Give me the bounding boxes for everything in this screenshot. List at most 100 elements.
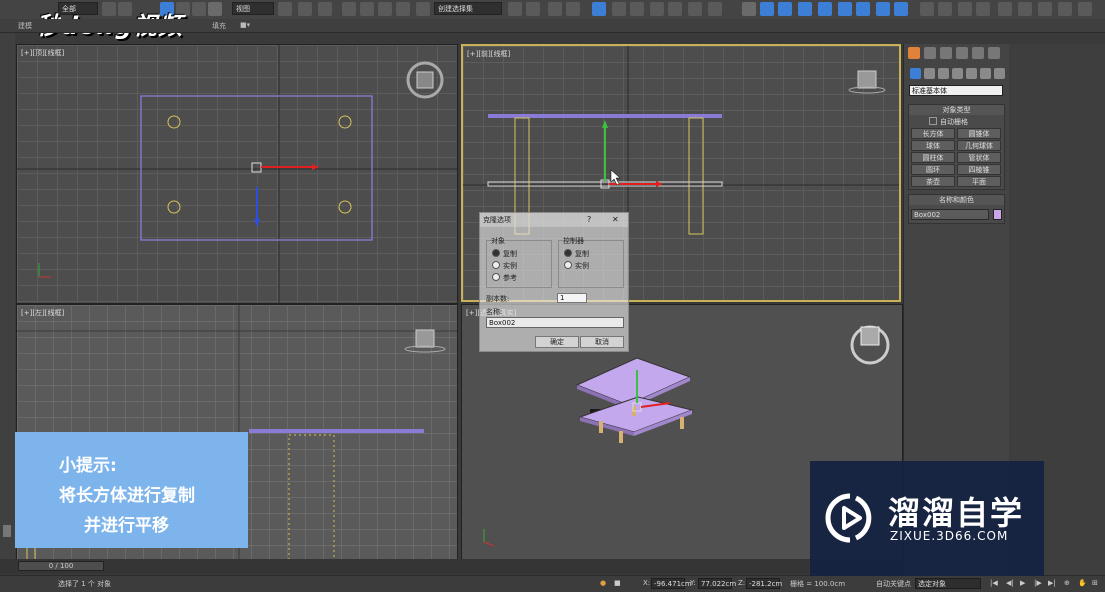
render-setup-icon[interactable] xyxy=(668,2,682,16)
create-tool-icon-4[interactable] xyxy=(818,2,832,16)
lights-icon[interactable] xyxy=(938,68,949,79)
create-tab-icon[interactable] xyxy=(908,47,920,59)
shapes-icon[interactable] xyxy=(924,68,935,79)
layer-explorer-icon[interactable] xyxy=(548,2,562,16)
select-manipulate-icon[interactable] xyxy=(298,2,312,16)
space-warps-icon[interactable] xyxy=(980,68,991,79)
reference-coordinate-dropdown[interactable]: 视图 xyxy=(232,2,274,15)
help-icon[interactable] xyxy=(1078,2,1092,16)
close-button[interactable]: ✕ xyxy=(612,215,619,224)
name-input[interactable]: Box002 xyxy=(486,317,624,328)
scene-explorer-icon[interactable] xyxy=(566,2,580,16)
help-button[interactable]: ? xyxy=(587,215,591,224)
curve-editor-icon[interactable] xyxy=(612,2,626,16)
cone-button[interactable]: 圆锥体 xyxy=(957,128,1001,139)
utilities-tab-icon[interactable] xyxy=(988,47,1000,59)
tube-button[interactable]: 管状体 xyxy=(957,152,1001,163)
box-button[interactable]: 长方体 xyxy=(911,128,955,139)
create-tool-icon-2[interactable] xyxy=(778,2,792,16)
light-tool-icon[interactable] xyxy=(998,2,1012,16)
systems-icon[interactable] xyxy=(994,68,1005,79)
sphere-button[interactable]: 球体 xyxy=(911,140,955,151)
ribbon-options-icon[interactable]: ■▾ xyxy=(240,21,250,29)
autogrid-checkbox[interactable]: 自动栅格 xyxy=(929,117,968,127)
object-color-swatch[interactable] xyxy=(993,209,1002,220)
percent-snap-icon[interactable] xyxy=(378,2,392,16)
object-type-title[interactable]: 对象类型 xyxy=(909,105,1004,115)
teapot-button[interactable]: 茶壶 xyxy=(911,176,955,187)
edit-named-selection-icon[interactable] xyxy=(416,2,430,16)
render-tool-icon[interactable] xyxy=(1018,2,1032,16)
motion-tab-icon[interactable] xyxy=(956,47,968,59)
pivot-center-icon[interactable] xyxy=(278,2,292,16)
material-editor-icon[interactable] xyxy=(650,2,664,16)
pyramid-button[interactable]: 四棱锥 xyxy=(957,164,1001,175)
keyboard-shortcut-icon[interactable] xyxy=(318,2,332,16)
auto-key-button[interactable]: 自动关键点 xyxy=(876,579,911,589)
create-tool-icon-5[interactable] xyxy=(838,2,852,16)
torus-button[interactable]: 圆环 xyxy=(911,164,955,175)
create-tool-icon-3[interactable] xyxy=(798,2,812,16)
angle-snap-icon[interactable] xyxy=(360,2,374,16)
toggle-ribbon-icon[interactable] xyxy=(592,2,606,16)
create-tool-icon-6[interactable] xyxy=(856,2,870,16)
geometry-icon[interactable] xyxy=(910,68,921,79)
time-slider[interactable]: 0 / 100 xyxy=(18,561,104,571)
radio-instance[interactable]: 实例 xyxy=(492,261,517,271)
lock-selection-icon[interactable]: ● xyxy=(600,579,606,587)
go-to-start-icon[interactable]: |◀ xyxy=(990,579,998,587)
cameras-icon[interactable] xyxy=(952,68,963,79)
select-scale-icon[interactable] xyxy=(192,2,206,16)
named-selection-dropdown[interactable]: 创建选择集 xyxy=(434,2,502,15)
isolate-icon[interactable]: ■ xyxy=(614,579,621,587)
hierarchy-tab-icon[interactable] xyxy=(940,47,952,59)
category-dropdown[interactable]: 标准基本体 xyxy=(909,85,1003,96)
play-icon[interactable]: ▶ xyxy=(1020,579,1025,587)
ribbon-tab-modeling[interactable]: 建模 xyxy=(18,21,32,31)
y-coord-field[interactable]: 77.022cm xyxy=(698,578,736,589)
rendered-frame-window-icon[interactable] xyxy=(688,2,702,16)
ok-button[interactable]: 确定 xyxy=(535,336,579,348)
xy-axis-constraint-icon[interactable] xyxy=(894,2,908,16)
radio-reference[interactable]: 参考 xyxy=(492,273,517,283)
cancel-button[interactable]: 取消 xyxy=(580,336,624,348)
next-frame-icon[interactable]: |▶ xyxy=(1034,579,1042,587)
object-name-input[interactable]: Box002 xyxy=(911,209,989,220)
name-color-title[interactable]: 名称和颜色 xyxy=(909,195,1004,205)
selected-object-dropdown[interactable]: 选定对象 xyxy=(915,578,981,589)
previous-frame-icon[interactable]: ◀| xyxy=(1006,579,1014,587)
environment-icon[interactable] xyxy=(1038,2,1052,16)
xform-tool-icon[interactable] xyxy=(742,2,756,16)
create-tool-icon-7[interactable] xyxy=(876,2,890,16)
render-production-icon[interactable] xyxy=(708,2,722,16)
select-place-icon[interactable] xyxy=(208,2,222,16)
go-to-end-icon[interactable]: ▶| xyxy=(1048,579,1056,587)
viewport-tool-icon-4[interactable] xyxy=(976,2,990,16)
pan-viewport-icon[interactable]: ✋ xyxy=(1078,579,1087,587)
radio-controller-instance[interactable]: 实例 xyxy=(564,261,589,271)
geosphere-button[interactable]: 几何球体 xyxy=(957,140,1001,151)
plane-button[interactable]: 平面 xyxy=(957,176,1001,187)
viewport-top[interactable]: [+][顶][线框] xyxy=(16,44,458,304)
align-icon[interactable] xyxy=(526,2,540,16)
schematic-view-icon[interactable] xyxy=(630,2,644,16)
radio-controller-copy[interactable]: 复制 xyxy=(564,249,589,259)
helpers-icon[interactable] xyxy=(966,68,977,79)
expand-arrow-icon[interactable] xyxy=(3,525,11,537)
spinner-snap-icon[interactable] xyxy=(396,2,410,16)
create-tool-icon-1[interactable] xyxy=(760,2,774,16)
z-coord-field[interactable]: -281.2cm xyxy=(746,578,782,589)
cylinder-button[interactable]: 圆柱体 xyxy=(911,152,955,163)
modify-tab-icon[interactable] xyxy=(924,47,936,59)
viewport-tool-icon-1[interactable] xyxy=(920,2,934,16)
maximize-viewport-icon[interactable]: ⊞ xyxy=(1092,579,1098,587)
viewport-tool-icon-2[interactable] xyxy=(938,2,952,16)
x-coord-field[interactable]: -96.471cm xyxy=(651,578,692,589)
radio-copy[interactable]: 复制 xyxy=(492,249,517,259)
camera-tool-icon[interactable] xyxy=(1058,2,1072,16)
display-tab-icon[interactable] xyxy=(972,47,984,59)
timeline-track[interactable] xyxy=(0,559,900,574)
zoom-viewport-icon[interactable]: ⊕ xyxy=(1064,579,1070,587)
ribbon-tab-populate[interactable]: 填充 xyxy=(212,21,226,31)
mirror-icon[interactable] xyxy=(508,2,522,16)
